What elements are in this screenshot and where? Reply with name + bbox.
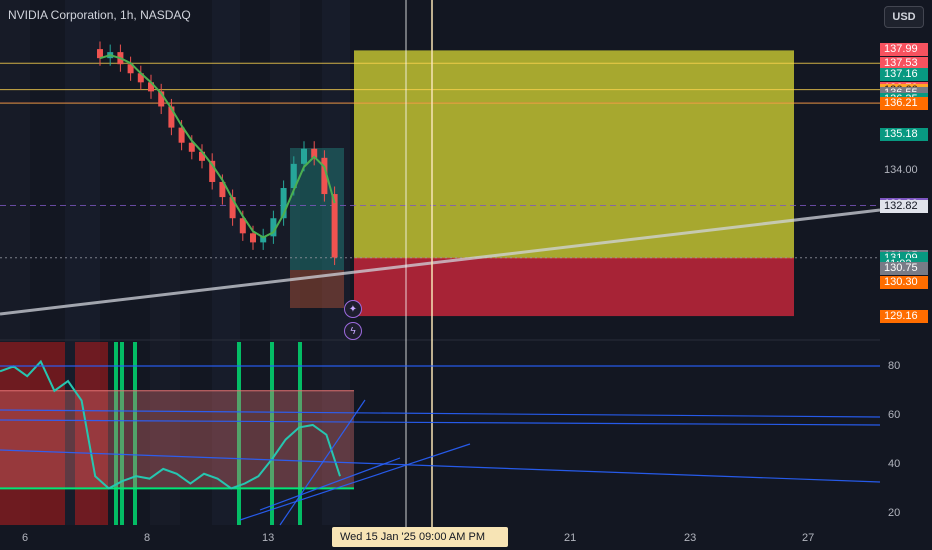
price-label: 129.16	[880, 310, 928, 324]
lightning-icon[interactable]: ϟ	[344, 322, 362, 340]
price-label: 130.30	[880, 275, 928, 289]
time-tick: 23	[684, 532, 697, 544]
crosshair-time-label: Wed 15 Jan '25 09:00 AM PM	[332, 527, 508, 547]
oscillator-tick: 20	[888, 506, 901, 519]
price-label: 132.82	[880, 199, 928, 213]
time-tick: 8	[144, 532, 151, 544]
oscillator-tick: 40	[888, 458, 901, 470]
candle-body	[301, 148, 307, 164]
currency-button[interactable]: USD	[884, 6, 924, 28]
candle-body	[331, 194, 338, 258]
oscillator-tick: 60	[888, 409, 901, 422]
price-label: 137.99	[880, 43, 928, 57]
sparkle-icon[interactable]: ✦	[344, 300, 362, 318]
price-label: 134.00	[884, 163, 918, 176]
oscillator-tick: 80	[888, 360, 901, 373]
time-tick: 21	[564, 532, 577, 544]
candle-body	[250, 233, 256, 243]
price-label: 135.18	[880, 128, 928, 142]
time-tick: 13	[262, 532, 275, 544]
price-label: 130.75	[880, 262, 928, 276]
time-tick: 6	[22, 532, 29, 544]
chart-canvas[interactable]	[0, 0, 932, 550]
price-label: 137.16	[880, 68, 928, 82]
symbol-title[interactable]: NVIDIA Corporation, 1h, NASDAQ	[8, 8, 191, 22]
time-tick: 27	[802, 532, 815, 544]
stop-zone	[354, 257, 794, 317]
price-label: 136.21	[880, 97, 928, 111]
